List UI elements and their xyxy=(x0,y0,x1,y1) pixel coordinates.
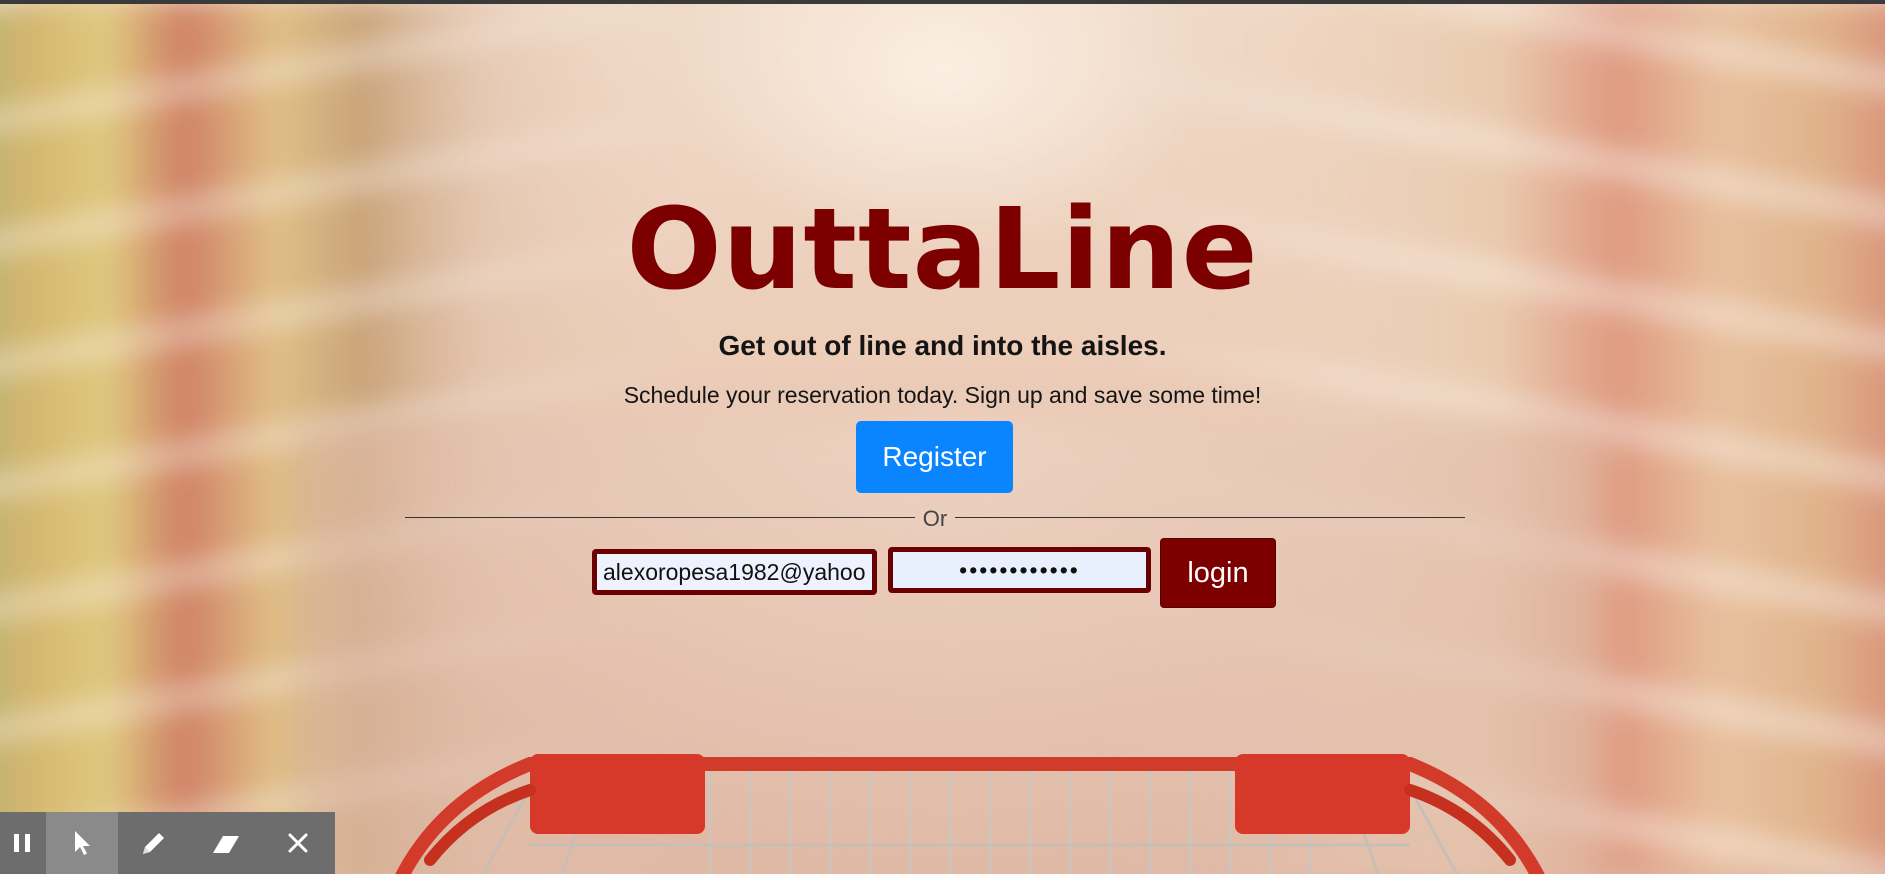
window-top-strip xyxy=(0,0,1885,4)
divider-line-right xyxy=(955,517,1465,518)
pause-button[interactable] xyxy=(0,812,46,874)
close-tool-button[interactable] xyxy=(262,812,334,874)
email-field[interactable] xyxy=(592,549,877,595)
hero-section: OuttaLine Get out of line and into the a… xyxy=(0,0,1885,874)
close-icon xyxy=(288,833,308,853)
register-button[interactable]: Register xyxy=(856,421,1013,493)
pointer-icon xyxy=(75,831,90,855)
password-field[interactable] xyxy=(888,547,1151,593)
pause-icon xyxy=(14,834,30,852)
pointer-tool-button[interactable] xyxy=(46,812,118,874)
eraser-icon xyxy=(213,836,239,853)
divider-line-left xyxy=(405,517,915,518)
eraser-tool-button[interactable] xyxy=(190,812,262,874)
brand-title: OuttaLine xyxy=(626,185,1259,315)
pen-tool-button[interactable] xyxy=(118,812,190,874)
login-button[interactable]: login xyxy=(1160,538,1276,608)
or-divider: Or xyxy=(405,508,1465,534)
divider-label: Or xyxy=(922,506,948,531)
tagline: Get out of line and into the aisles. xyxy=(718,330,1167,361)
annotation-toolbar xyxy=(0,812,335,874)
pen-icon xyxy=(143,833,164,854)
subtagline: Schedule your reservation today. Sign up… xyxy=(623,382,1262,408)
